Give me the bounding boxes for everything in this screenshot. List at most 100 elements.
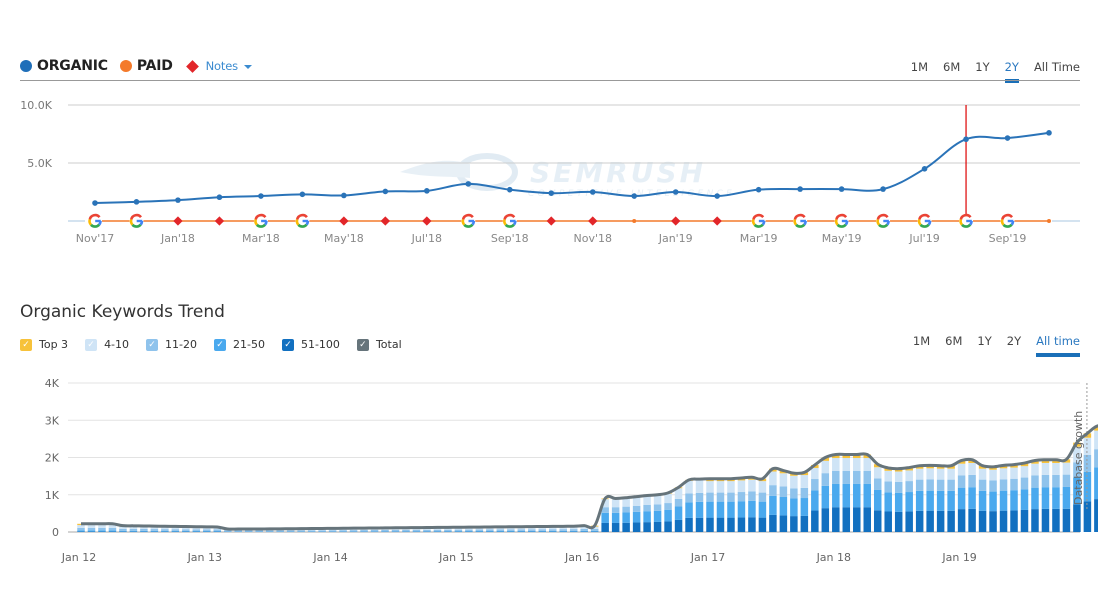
bar-segment-51-100 bbox=[853, 507, 861, 532]
y-tick-label: 4K bbox=[45, 377, 60, 390]
google-update-icon bbox=[88, 213, 102, 228]
bar-segment-top3 bbox=[832, 454, 840, 459]
legend-4-10[interactable]: ✓ 4-10 bbox=[85, 338, 129, 351]
keywords-range-1m[interactable]: 1M bbox=[913, 334, 930, 352]
bar-segment-51-100 bbox=[632, 522, 641, 532]
bar-segment-4-10 bbox=[171, 527, 180, 530]
bar-segment-21-50 bbox=[108, 530, 117, 532]
bar-segment-4-10 bbox=[402, 528, 410, 530]
bar-segment-11-20 bbox=[716, 492, 725, 502]
bar-segment-4-10 bbox=[244, 529, 253, 531]
bar-segment-4-10 bbox=[129, 526, 138, 529]
legend-51-100[interactable]: ✓ 51-100 bbox=[281, 338, 340, 351]
bar-segment-11-20 bbox=[758, 492, 767, 502]
keywords-bar bbox=[108, 523, 117, 532]
checkbox-icon[interactable]: ✓ bbox=[146, 338, 159, 351]
bar-segment-21-50 bbox=[779, 496, 788, 516]
bar-segment-21-50 bbox=[528, 530, 536, 532]
checkbox-icon[interactable]: ✓ bbox=[281, 338, 294, 351]
bar-segment-top3 bbox=[653, 494, 662, 496]
bar-segment-11-20 bbox=[339, 530, 347, 532]
bar-segment-51-100 bbox=[1031, 509, 1039, 532]
keywords-bar bbox=[192, 526, 201, 532]
bar-segment-4-10 bbox=[727, 481, 735, 493]
bar-segment-11-20 bbox=[622, 506, 630, 513]
keywords-range-1y[interactable]: 1Y bbox=[977, 334, 991, 352]
bar-segment-4-10 bbox=[349, 528, 358, 531]
bar-segment-11-20 bbox=[391, 529, 400, 532]
bar-segment-top3 bbox=[758, 478, 767, 482]
bar-segment-51-100 bbox=[1052, 508, 1060, 532]
bar-segment-4-10 bbox=[790, 475, 798, 489]
bar-segment-21-50 bbox=[758, 501, 767, 518]
organic-point bbox=[631, 193, 638, 199]
keywords-bar bbox=[674, 487, 683, 532]
bar-segment-51-100 bbox=[926, 510, 934, 532]
bar-segment-4-10 bbox=[255, 529, 263, 531]
keywords-bar bbox=[496, 526, 505, 532]
bar-segment-21-50 bbox=[171, 530, 180, 532]
checkbox-icon[interactable]: ✓ bbox=[85, 338, 98, 351]
bar-segment-top3 bbox=[873, 464, 882, 468]
bar-segment-top3 bbox=[507, 526, 515, 528]
bar-segment-4-10 bbox=[915, 468, 924, 480]
organic-point bbox=[341, 192, 347, 199]
bar-segment-4-10 bbox=[213, 527, 222, 530]
legend-label: 51-100 bbox=[300, 338, 340, 351]
bar-segment-top3 bbox=[947, 465, 955, 469]
keywords-range-6m[interactable]: 6M bbox=[945, 334, 962, 352]
bar-segment-51-100 bbox=[1073, 504, 1081, 532]
keywords-bar bbox=[989, 466, 997, 532]
bar-segment-4-10 bbox=[339, 528, 347, 531]
bar-segment-4-10 bbox=[999, 468, 1008, 480]
bar-segment-11-20 bbox=[894, 481, 903, 493]
checkbox-icon[interactable]: ✓ bbox=[20, 338, 32, 351]
x-tick-label: Sep'19 bbox=[989, 232, 1027, 245]
bar-segment-21-50 bbox=[182, 530, 190, 532]
keywords-bar bbox=[999, 465, 1008, 532]
bar-segment-4-10 bbox=[569, 527, 578, 530]
bar-segment-top3 bbox=[98, 523, 106, 526]
bar-segment-51-100 bbox=[894, 511, 903, 532]
bar-segment-21-50 bbox=[569, 530, 578, 532]
bar-segment-11-20 bbox=[265, 530, 274, 532]
bar-segment-top3 bbox=[87, 523, 96, 526]
bar-segment-11-20 bbox=[873, 478, 882, 490]
bar-segment-21-50 bbox=[664, 509, 672, 522]
organic-point bbox=[175, 197, 181, 203]
keywords-bar bbox=[611, 498, 620, 532]
legend-top-3[interactable]: ✓ Top 3 bbox=[20, 338, 68, 351]
bar-segment-11-20 bbox=[821, 473, 830, 486]
keywords-range-2y[interactable]: 2Y bbox=[1007, 334, 1021, 352]
bar-segment-21-50 bbox=[77, 530, 85, 532]
bar-segment-51-100 bbox=[905, 511, 913, 532]
bar-segment-11-20 bbox=[465, 529, 473, 532]
keywords-range-all-time[interactable]: All time bbox=[1036, 334, 1080, 357]
bar-segment-11-20 bbox=[559, 529, 567, 531]
bar-segment-4-10 bbox=[863, 458, 871, 471]
legend-11-20[interactable]: ✓ 11-20 bbox=[146, 338, 197, 351]
bar-segment-4-10 bbox=[811, 467, 819, 480]
checkbox-icon[interactable]: ✓ bbox=[356, 338, 369, 351]
bar-segment-4-10 bbox=[433, 528, 442, 530]
paid-point bbox=[1047, 219, 1051, 223]
keywords-bar bbox=[454, 527, 463, 532]
bar-segment-21-50 bbox=[1062, 486, 1071, 509]
bar-segment-51-100 bbox=[1010, 510, 1018, 532]
organic-point bbox=[714, 193, 720, 199]
keywords-bar bbox=[926, 465, 934, 532]
bar-segment-51-100 bbox=[674, 519, 683, 532]
y-tick-label: 1K bbox=[45, 489, 60, 502]
x-tick-label: Jan'19 bbox=[658, 232, 693, 245]
bar-segment-51-100 bbox=[1062, 508, 1071, 532]
legend-21-50[interactable]: ✓ 21-50 bbox=[214, 338, 265, 351]
bar-segment-top3 bbox=[936, 465, 945, 469]
bar-segment-top3 bbox=[391, 527, 400, 529]
keywords-bar bbox=[779, 470, 788, 532]
bar-segment-11-20 bbox=[213, 529, 222, 532]
bar-segment-top3 bbox=[528, 526, 536, 528]
legend-total[interactable]: ✓ Total bbox=[356, 338, 402, 351]
bar-segment-51-100 bbox=[779, 515, 788, 532]
checkbox-icon[interactable]: ✓ bbox=[214, 338, 226, 351]
bar-segment-11-20 bbox=[1073, 462, 1081, 478]
